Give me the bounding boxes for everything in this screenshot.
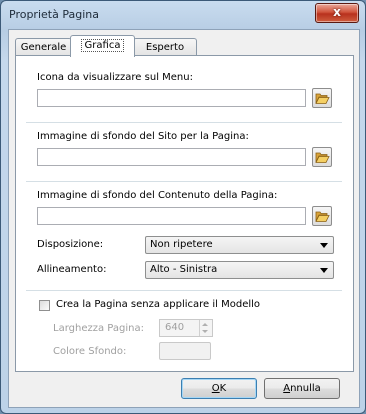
content-background-browse-button[interactable] <box>312 206 332 226</box>
title-bar[interactable]: Proprietà Pagina x <box>1 1 365 29</box>
menu-icon-browse-button[interactable] <box>312 88 332 108</box>
background-color-picker[interactable] <box>159 342 211 360</box>
layout-select[interactable]: Non ripetere <box>145 236 334 254</box>
tab-grafica[interactable]: Grafica <box>70 35 135 57</box>
alignment-selected-value: Alto - Sinistra <box>150 264 218 275</box>
site-background-input[interactable] <box>37 148 306 166</box>
close-button[interactable]: x <box>315 3 359 23</box>
chevron-up-icon[interactable] <box>202 323 208 326</box>
page-width-value: 640 <box>165 322 185 333</box>
page-width-stepper[interactable]: 640 <box>159 319 213 337</box>
folder-open-icon <box>315 152 330 163</box>
site-background-label: Immagine di sfondo del Sito per la Pagin… <box>37 131 249 142</box>
cancel-button[interactable]: Annulla <box>264 378 340 399</box>
tab-esperto[interactable]: Esperto <box>133 38 197 56</box>
folder-open-icon <box>315 93 330 104</box>
stepper-buttons[interactable] <box>199 320 212 336</box>
tab-panel-grafica: Icona da visualizzare sul Menu: Immagine… <box>15 55 354 372</box>
alignment-select[interactable]: Alto - Sinistra <box>145 261 334 279</box>
chevron-down-icon[interactable] <box>202 330 208 333</box>
tab-label: Esperto <box>145 42 185 53</box>
ok-mnemonic: O <box>211 383 220 394</box>
layout-label: Disposizione: <box>37 239 104 250</box>
window-title: Proprietà Pagina <box>9 8 99 21</box>
menu-icon-input[interactable] <box>37 89 306 107</box>
separator <box>26 181 342 182</box>
tab-label: Generale <box>20 42 67 53</box>
separator <box>26 290 342 291</box>
folder-open-icon <box>315 211 330 222</box>
no-template-label[interactable]: Crea la Pagina senza applicare il Modell… <box>56 299 260 310</box>
separator <box>26 122 342 123</box>
alignment-label: Allineamento: <box>37 264 107 275</box>
ok-label-rest: K <box>219 383 227 394</box>
cancel-label-rest: nnulla <box>290 383 321 394</box>
ok-button[interactable]: OK <box>181 378 257 399</box>
content-background-label: Immagine di sfondo del Contenuto della P… <box>37 190 278 201</box>
dialog-client-area: Generale Grafica Esperto Icona da visual… <box>8 29 360 408</box>
page-width-label: Larghezza Pagina: <box>53 323 144 334</box>
content-background-input[interactable] <box>37 207 306 225</box>
chevron-down-icon <box>320 243 328 248</box>
site-background-browse-button[interactable] <box>312 147 332 167</box>
tab-label: Grafica <box>80 39 125 52</box>
dialog-window: Proprietà Pagina x Generale Grafica Espe… <box>0 0 366 414</box>
no-template-checkbox[interactable] <box>39 300 50 311</box>
menu-icon-label: Icona da visualizzare sul Menu: <box>37 72 193 83</box>
tab-generale[interactable]: Generale <box>15 38 72 56</box>
chevron-down-icon <box>320 268 328 273</box>
background-color-label: Colore Sfondo: <box>53 346 127 357</box>
layout-selected-value: Non ripetere <box>150 239 213 250</box>
close-icon: x <box>333 5 341 19</box>
